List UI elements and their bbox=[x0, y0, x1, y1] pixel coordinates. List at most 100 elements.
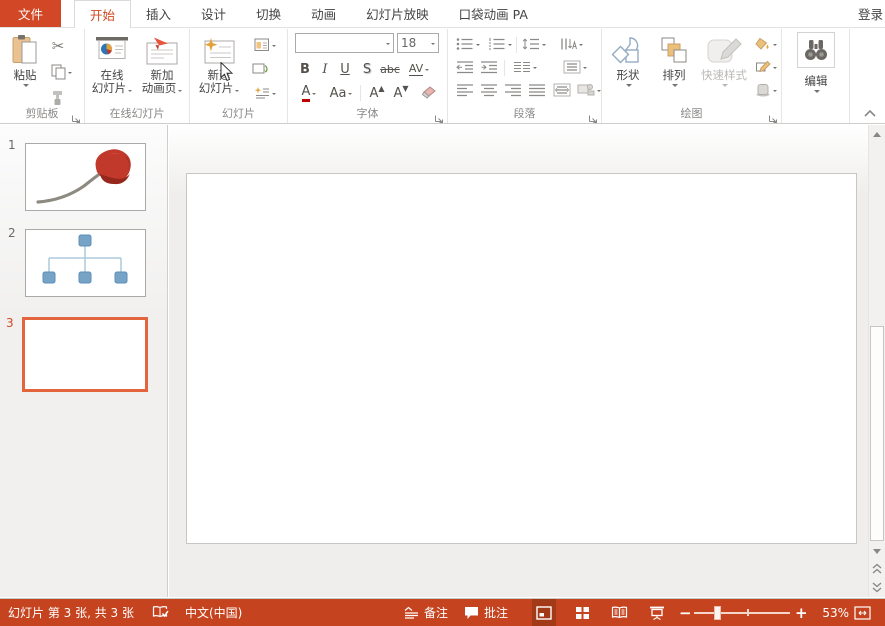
text-shadow-button[interactable]: S bbox=[358, 59, 376, 79]
strikethrough-button[interactable]: abc bbox=[378, 59, 402, 79]
font-color-button[interactable]: A bbox=[296, 83, 322, 103]
tab-file[interactable]: 文件 bbox=[0, 0, 61, 27]
zoom-percentage[interactable]: 53% bbox=[813, 599, 849, 626]
collapse-ribbon-button[interactable] bbox=[863, 105, 877, 117]
decrease-font-size-button[interactable]: A▼ bbox=[390, 83, 412, 103]
distribute-columns-button[interactable] bbox=[550, 81, 574, 99]
slideshow-view-button[interactable] bbox=[645, 599, 669, 626]
cut-button[interactable]: ✂ bbox=[46, 35, 70, 57]
columns-button[interactable] bbox=[510, 58, 540, 76]
comments-button[interactable]: 批注 bbox=[464, 599, 508, 626]
decrease-indent-button[interactable] bbox=[454, 58, 476, 76]
bullets-icon bbox=[456, 37, 474, 51]
shape-outline-button[interactable] bbox=[752, 58, 780, 76]
clipboard-dialog-launcher[interactable] bbox=[71, 109, 81, 119]
online-slides-group-label: 在线幻灯片 bbox=[85, 105, 189, 121]
text-direction-button[interactable] bbox=[556, 35, 586, 53]
convert-smartart-button[interactable] bbox=[576, 81, 602, 99]
new-animation-page-button[interactable]: 新加 动画页 bbox=[139, 32, 185, 95]
layout-icon bbox=[254, 38, 270, 52]
tulip-image bbox=[26, 144, 145, 210]
numbering-button[interactable] bbox=[486, 35, 514, 53]
tab-insert[interactable]: 插入 bbox=[131, 0, 186, 27]
zoom-slider-thumb[interactable] bbox=[714, 606, 721, 620]
menu-bar: 文件 开始 插入 设计 切换 动画 幻灯片放映 口袋动画 PA 登录 bbox=[0, 0, 885, 28]
bullets-button[interactable] bbox=[454, 35, 482, 53]
slide-1-thumbnail[interactable] bbox=[25, 143, 146, 211]
quick-styles-button[interactable]: 快速样式 bbox=[698, 32, 750, 88]
login-button[interactable]: 登录 bbox=[858, 0, 885, 27]
group-drawing: 形状 排列 快速样式 bbox=[602, 29, 782, 123]
layout-button[interactable] bbox=[248, 35, 282, 55]
new-animation-page-label-line2: 动画页 bbox=[142, 82, 183, 95]
underline-button[interactable]: U bbox=[336, 59, 354, 79]
slide-thumbnail-panel: 1 2 3 bbox=[0, 125, 168, 597]
new-slide-button[interactable]: 新建 幻灯片 bbox=[194, 32, 244, 95]
vertical-scrollbar[interactable] bbox=[868, 125, 885, 597]
normal-view-button[interactable] bbox=[532, 599, 556, 626]
align-center-button[interactable] bbox=[478, 81, 500, 99]
tab-spacer bbox=[61, 0, 74, 27]
shape-fill-button[interactable] bbox=[752, 35, 780, 53]
language-indicator[interactable]: 中文(中国) bbox=[185, 599, 242, 626]
paste-button[interactable]: 粘贴 bbox=[4, 32, 46, 88]
tab-pocket-animation[interactable]: 口袋动画 PA bbox=[444, 0, 543, 27]
italic-button[interactable]: I bbox=[316, 59, 334, 79]
previous-slide-button[interactable] bbox=[871, 563, 883, 575]
drawing-dialog-launcher[interactable] bbox=[768, 109, 778, 119]
character-spacing-button[interactable]: AV bbox=[404, 59, 434, 79]
scroll-up-arrow[interactable] bbox=[871, 128, 883, 140]
spell-check-icon bbox=[152, 605, 169, 620]
line-spacing-button[interactable] bbox=[520, 35, 548, 53]
online-slides-label-line2: 幻灯片 bbox=[92, 82, 133, 95]
increase-font-size-button[interactable]: A▲ bbox=[366, 83, 388, 103]
tab-home[interactable]: 开始 bbox=[74, 0, 131, 28]
tab-design[interactable]: 设计 bbox=[186, 0, 241, 27]
tab-transitions[interactable]: 切换 bbox=[241, 0, 296, 27]
font-size-combobox[interactable]: 18 bbox=[397, 33, 439, 53]
shapes-button[interactable]: 形状 bbox=[606, 32, 650, 88]
reading-view-button[interactable] bbox=[607, 599, 631, 626]
fit-slide-to-window-button[interactable] bbox=[854, 599, 871, 626]
zoom-slider-track[interactable] bbox=[694, 612, 790, 614]
notes-button[interactable]: 备注 bbox=[404, 599, 448, 626]
slide-sorter-view-button[interactable] bbox=[570, 599, 594, 626]
change-case-button[interactable]: Aa bbox=[326, 83, 356, 103]
align-left-button[interactable] bbox=[454, 81, 476, 99]
copy-button[interactable] bbox=[46, 61, 76, 83]
spell-check-button[interactable] bbox=[152, 599, 169, 626]
justify-button[interactable] bbox=[526, 81, 548, 99]
slide-canvas[interactable] bbox=[186, 173, 857, 544]
binoculars-icon bbox=[797, 32, 835, 68]
bold-button[interactable]: B bbox=[296, 59, 314, 79]
tab-animations[interactable]: 动画 bbox=[296, 0, 351, 27]
copy-icon bbox=[51, 64, 66, 80]
scrollbar-thumb[interactable] bbox=[870, 326, 884, 541]
font-dialog-launcher[interactable] bbox=[434, 109, 444, 119]
align-text-button[interactable] bbox=[560, 58, 590, 76]
layout-dropdown-caret bbox=[272, 45, 276, 49]
slide-2-thumbnail[interactable] bbox=[25, 229, 146, 297]
tab-slideshow[interactable]: 幻灯片放映 bbox=[351, 0, 444, 27]
clear-formatting-button[interactable] bbox=[418, 83, 440, 103]
shape-effects-button[interactable] bbox=[752, 81, 780, 99]
paragraph-dialog-launcher[interactable] bbox=[588, 109, 598, 119]
section-button[interactable] bbox=[248, 83, 282, 103]
scroll-down-arrow[interactable] bbox=[871, 545, 883, 557]
online-slides-button[interactable]: 在线 幻灯片 bbox=[89, 32, 135, 95]
align-right-button[interactable] bbox=[502, 81, 524, 99]
shapes-icon bbox=[611, 32, 645, 66]
zoom-in-button[interactable]: + bbox=[795, 599, 808, 626]
increase-indent-button[interactable] bbox=[478, 58, 500, 76]
edit-button[interactable]: 编辑 bbox=[792, 32, 840, 94]
format-painter-icon bbox=[50, 90, 66, 106]
arrange-button[interactable]: 排列 bbox=[652, 32, 696, 88]
group-edit: 编辑 bbox=[782, 29, 850, 123]
next-slide-button[interactable] bbox=[871, 581, 883, 593]
slide-3-thumbnail-selected[interactable] bbox=[22, 317, 148, 392]
font-name-combobox[interactable] bbox=[295, 33, 394, 53]
zoom-out-button[interactable]: − bbox=[679, 599, 692, 626]
reset-slide-button[interactable] bbox=[248, 59, 272, 79]
notes-icon bbox=[404, 606, 419, 619]
slide-3-number: 3 bbox=[6, 316, 14, 330]
